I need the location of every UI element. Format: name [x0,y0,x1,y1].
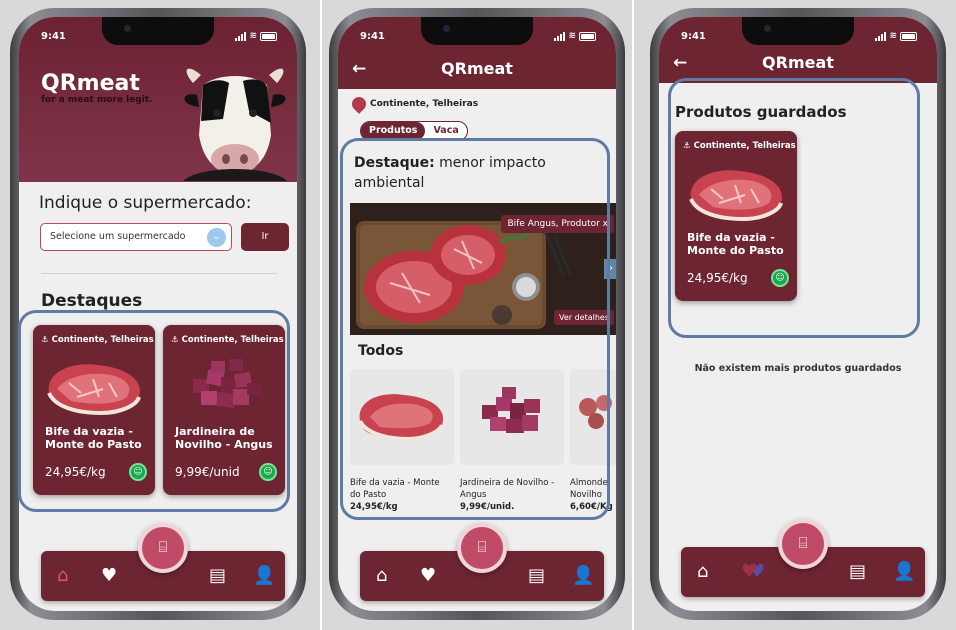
heart-icon[interactable]: ♥ [420,565,436,586]
empty-saved-message: Não existem mais produtos guardados [694,363,902,374]
diced-meat-image [193,359,261,409]
anchor-icon: ⚓ [171,335,179,345]
saved-products-title: Produtos guardados [675,103,847,121]
home-icon[interactable]: ⌂ [376,565,387,586]
cow-illustration [183,68,287,181]
battery-icon [900,31,917,41]
phone-frame: ← QRmeat 9:41 ≋ Continente, Telheiras Pr… [329,8,625,620]
featured-title: Destaque: menor impacto ambiental [354,153,594,193]
app-title: QRmeat [762,53,834,72]
home-screen: 9:41 ≋ QRmeat for a meat more legit. Ind… [19,17,297,611]
battery-icon [579,31,596,41]
signal-icon [235,31,247,41]
filter-chips: Produtos Vaca [360,121,468,141]
screen-home-panel: 9:41 ≋ QRmeat for a meat more legit. Ind… [0,0,320,630]
store-screen: ← QRmeat 9:41 ≋ Continente, Telheiras Pr… [338,17,616,611]
product-card[interactable]: ⚓ Continente, Telheiras Jardineira de Nov… [163,325,285,495]
product-name: Jardineira de Novilho - Angus [460,478,555,500]
app-title: QRmeat [441,59,513,78]
wifi-icon: ≋ [249,31,257,41]
wifi-icon: ≋ [568,31,576,41]
card-price: 24,95€/kg [687,271,748,285]
card-store: Continente, Telheiras [51,335,154,345]
battery-icon [260,31,277,41]
status-time: 9:41 [360,31,385,42]
all-products-title: Todos [358,343,404,359]
card-store: Continente, Telheiras [693,141,796,151]
highlights-title: Destaques [41,291,143,311]
screen-store-panel: ← QRmeat 9:41 ≋ Continente, Telheiras Pr… [322,0,632,630]
meatballs-image [579,395,612,429]
chevron-right-icon[interactable]: › [604,259,616,279]
steak-image [689,170,783,222]
product-name: Almonde Novilho [570,478,608,500]
profile-icon[interactable]: 👤 [253,565,275,586]
product-tile[interactable] [460,369,564,465]
featured-banner[interactable]: Bife Angus, Produtor x Ver detalhes › [350,203,616,335]
store-location: Continente, Telheiras [349,94,479,114]
product-price: 9,99€/unid. [460,502,515,512]
product-tile[interactable] [570,369,616,465]
phone-frame: ← QRmeat 9:41 ≋ Produtos guardados ⚓ Cont… [650,8,946,620]
steak-image [47,364,141,416]
banner-product-tag: Bife Angus, Produtor x [501,215,614,233]
profile-icon[interactable]: 👤 [893,561,915,582]
card-store: Continente, Telheiras [181,335,284,345]
product-card[interactable]: ⚓ Continente, Telheiras Bife da vazia - M… [33,325,155,495]
status-bar: 9:41 ≋ [360,31,596,45]
smile-icon: ☺ [259,463,277,481]
select-placeholder: Selecione um supermercado [50,231,186,242]
chip-products[interactable]: Produtos [361,122,426,140]
signal-icon [554,31,566,41]
anchor-icon: ⚓ [683,141,691,151]
chip-beef[interactable]: Vaca [425,122,466,140]
status-time: 9:41 [41,31,66,42]
wifi-icon: ≋ [889,31,897,41]
app-tagline: for a meat more legit. [41,95,153,105]
location-pin-icon [349,94,369,114]
card-name: Jardineira de Novilho - Angus [175,425,273,451]
heart-icon[interactable]: ♥ [101,565,117,586]
chevron-down-icon[interactable]: ⌄ [207,228,226,247]
supermarket-select[interactable]: Selecione um supermercado ⌄ [40,223,232,251]
product-tile[interactable] [350,369,454,465]
app-brand: QRmeat [41,71,140,96]
news-icon[interactable]: ▤ [849,561,866,582]
product-price: 24,95€/kg [350,502,398,512]
card-name: Bife da vazia - Monte do Pasto [687,231,784,257]
saved-product-card[interactable]: ⚓ Continente, Telheiras Bife da vazia - M… [675,131,797,301]
phone-frame: 9:41 ≋ QRmeat for a meat more legit. Ind… [10,8,306,620]
view-details-button[interactable]: Ver detalhes [553,310,614,325]
store-name: Continente, Telheiras [370,99,479,109]
saved-screen: ← QRmeat 9:41 ≋ Produtos guardados ⚓ Cont… [659,17,937,611]
anchor-icon: ⚓ [41,335,49,345]
scan-qr-button[interactable]: ⌸ [778,519,828,569]
home-icon[interactable]: ⌂ [57,565,68,586]
featured-label: Destaque: [354,155,435,171]
diced-meat-image [482,387,540,433]
status-time: 9:41 [681,31,706,42]
card-price: 24,95€/kg [45,465,106,479]
signal-icon [875,31,887,41]
screen-saved-panel: ← QRmeat 9:41 ≋ Produtos guardados ⚓ Cont… [634,0,956,630]
smile-icon: ☺ [129,463,147,481]
status-bar: 9:41 ≋ [681,31,917,45]
steak-image [358,394,444,442]
scan-qr-button[interactable]: ⌸ [457,523,507,573]
product-name: Bife da vazia - Monte do Pasto [350,478,440,500]
status-bar: 9:41 ≋ [41,31,277,45]
product-price: 6,60€/Kg [570,502,613,512]
profile-icon[interactable]: 👤 [572,565,594,586]
card-name: Bife da vazia - Monte do Pasto [45,425,142,451]
smile-icon: ☺ [771,269,789,287]
go-button[interactable]: Ir [241,223,289,251]
scan-qr-button[interactable]: ⌸ [138,523,188,573]
card-price: 9,99€/unid [175,465,240,479]
home-icon[interactable]: ⌂ [697,561,708,582]
divider [41,273,277,274]
news-icon[interactable]: ▤ [209,565,226,586]
supermarket-prompt: Indique o supermercado: [39,193,252,213]
news-icon[interactable]: ▤ [528,565,545,586]
heart-icon[interactable]: ♥ [741,561,757,582]
